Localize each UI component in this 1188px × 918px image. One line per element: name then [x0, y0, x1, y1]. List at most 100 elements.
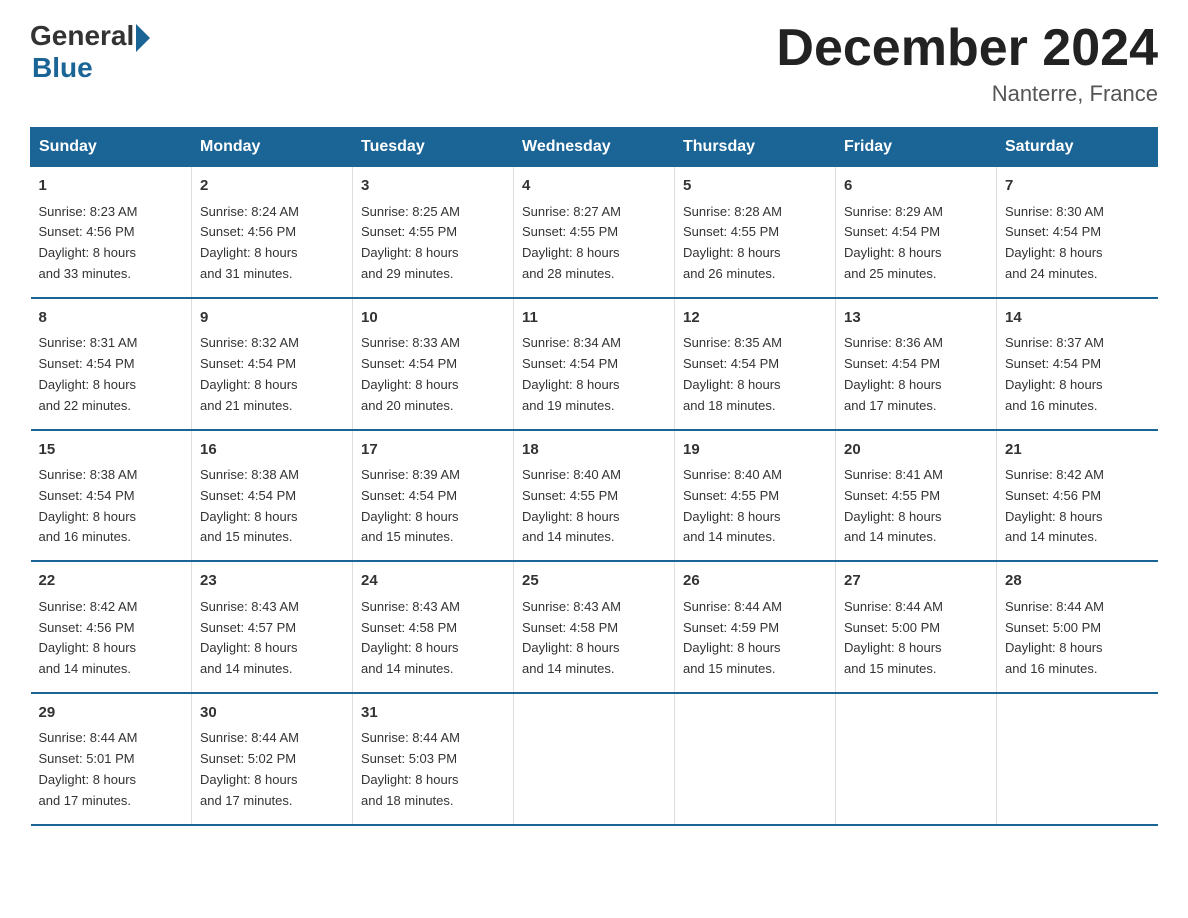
day-info: Sunrise: 8:37 AMSunset: 4:54 PMDaylight:…: [1005, 333, 1150, 416]
day-number: 4: [522, 175, 666, 198]
day-info: Sunrise: 8:28 AMSunset: 4:55 PMDaylight:…: [683, 202, 827, 285]
calendar-header-row: SundayMondayTuesdayWednesdayThursdayFrid…: [31, 128, 1158, 167]
day-number: 14: [1005, 307, 1150, 330]
day-info: Sunrise: 8:34 AMSunset: 4:54 PMDaylight:…: [522, 333, 666, 416]
calendar-cell: 27 Sunrise: 8:44 AMSunset: 5:00 PMDayligh…: [836, 561, 997, 693]
calendar-cell: [836, 693, 997, 825]
title-section: December 2024 Nanterre, France: [776, 20, 1158, 107]
day-info: Sunrise: 8:27 AMSunset: 4:55 PMDaylight:…: [522, 202, 666, 285]
day-info: Sunrise: 8:38 AMSunset: 4:54 PMDaylight:…: [200, 465, 344, 548]
day-number: 9: [200, 307, 344, 330]
day-info: Sunrise: 8:44 AMSunset: 5:00 PMDaylight:…: [844, 597, 988, 680]
calendar-cell: 28Sunrise: 8:44 AMSunset: 5:00 PMDayligh…: [997, 561, 1158, 693]
calendar-cell: 29 Sunrise: 8:44 AMSunset: 5:01 PMDayligh…: [31, 693, 192, 825]
calendar-cell: 10 Sunrise: 8:33 AMSunset: 4:54 PMDayligh…: [353, 298, 514, 430]
calendar-cell: 20Sunrise: 8:41 AMSunset: 4:55 PMDayligh…: [836, 430, 997, 562]
logo-blue-text: Blue: [32, 52, 150, 84]
day-info: Sunrise: 8:25 AMSunset: 4:55 PMDaylight:…: [361, 202, 505, 285]
calendar-cell: 7Sunrise: 8:30 AMSunset: 4:54 PMDaylight…: [997, 167, 1158, 298]
calendar-cell: [675, 693, 836, 825]
day-number: 19: [683, 439, 827, 462]
logo-general-text: General: [30, 20, 134, 52]
calendar-cell: 9 Sunrise: 8:32 AMSunset: 4:54 PMDaylight…: [192, 298, 353, 430]
day-info: Sunrise: 8:44 AMSunset: 5:03 PMDaylight:…: [361, 728, 505, 811]
day-info: Sunrise: 8:42 AMSunset: 4:56 PMDaylight:…: [1005, 465, 1150, 548]
calendar-table: SundayMondayTuesdayWednesdayThursdayFrid…: [30, 127, 1158, 825]
day-number: 15: [39, 439, 184, 462]
day-number: 27: [844, 570, 988, 593]
week-row-3: 15 Sunrise: 8:38 AMSunset: 4:54 PMDayligh…: [31, 430, 1158, 562]
calendar-cell: 16 Sunrise: 8:38 AMSunset: 4:54 PMDayligh…: [192, 430, 353, 562]
week-row-2: 8 Sunrise: 8:31 AMSunset: 4:54 PMDaylight…: [31, 298, 1158, 430]
day-number: 24: [361, 570, 505, 593]
header-wednesday: Wednesday: [514, 128, 675, 167]
header-sunday: Sunday: [31, 128, 192, 167]
day-number: 29: [39, 702, 184, 725]
calendar-cell: 13 Sunrise: 8:36 AMSunset: 4:54 PMDayligh…: [836, 298, 997, 430]
day-number: 11: [522, 307, 666, 330]
header-tuesday: Tuesday: [353, 128, 514, 167]
header-saturday: Saturday: [997, 128, 1158, 167]
calendar-cell: [514, 693, 675, 825]
day-number: 26: [683, 570, 827, 593]
calendar-cell: 4 Sunrise: 8:27 AMSunset: 4:55 PMDaylight…: [514, 167, 675, 298]
day-number: 25: [522, 570, 666, 593]
calendar-cell: 11 Sunrise: 8:34 AMSunset: 4:54 PMDayligh…: [514, 298, 675, 430]
calendar-cell: 24 Sunrise: 8:43 AMSunset: 4:58 PMDayligh…: [353, 561, 514, 693]
day-number: 30: [200, 702, 344, 725]
calendar-cell: 17Sunrise: 8:39 AMSunset: 4:54 PMDayligh…: [353, 430, 514, 562]
calendar-cell: 18 Sunrise: 8:40 AMSunset: 4:55 PMDayligh…: [514, 430, 675, 562]
day-info: Sunrise: 8:39 AMSunset: 4:54 PMDaylight:…: [361, 465, 505, 548]
day-number: 12: [683, 307, 827, 330]
day-info: Sunrise: 8:23 AMSunset: 4:56 PMDaylight:…: [39, 202, 184, 285]
day-number: 18: [522, 439, 666, 462]
day-number: 6: [844, 175, 988, 198]
logo-triangle-icon: [136, 24, 150, 52]
calendar-cell: [997, 693, 1158, 825]
day-number: 13: [844, 307, 988, 330]
calendar-cell: 3Sunrise: 8:25 AMSunset: 4:55 PMDaylight…: [353, 167, 514, 298]
calendar-cell: 5 Sunrise: 8:28 AMSunset: 4:55 PMDaylight…: [675, 167, 836, 298]
calendar-cell: 23 Sunrise: 8:43 AMSunset: 4:57 PMDayligh…: [192, 561, 353, 693]
day-info: Sunrise: 8:36 AMSunset: 4:54 PMDaylight:…: [844, 333, 988, 416]
header-monday: Monday: [192, 128, 353, 167]
calendar-cell: 25Sunrise: 8:43 AMSunset: 4:58 PMDayligh…: [514, 561, 675, 693]
day-info: Sunrise: 8:43 AMSunset: 4:58 PMDaylight:…: [361, 597, 505, 680]
calendar-cell: 30 Sunrise: 8:44 AMSunset: 5:02 PMDayligh…: [192, 693, 353, 825]
calendar-cell: 31 Sunrise: 8:44 AMSunset: 5:03 PMDayligh…: [353, 693, 514, 825]
location-text: Nanterre, France: [776, 81, 1158, 107]
day-info: Sunrise: 8:40 AMSunset: 4:55 PMDaylight:…: [683, 465, 827, 548]
day-info: Sunrise: 8:44 AMSunset: 5:02 PMDaylight:…: [200, 728, 344, 811]
calendar-cell: 19 Sunrise: 8:40 AMSunset: 4:55 PMDayligh…: [675, 430, 836, 562]
week-row-1: 1Sunrise: 8:23 AMSunset: 4:56 PMDaylight…: [31, 167, 1158, 298]
calendar-cell: 12Sunrise: 8:35 AMSunset: 4:54 PMDayligh…: [675, 298, 836, 430]
day-number: 7: [1005, 175, 1150, 198]
page-header: General Blue December 2024 Nanterre, Fra…: [30, 20, 1158, 107]
day-info: Sunrise: 8:41 AMSunset: 4:55 PMDaylight:…: [844, 465, 988, 548]
day-number: 5: [683, 175, 827, 198]
day-number: 21: [1005, 439, 1150, 462]
day-number: 23: [200, 570, 344, 593]
day-info: Sunrise: 8:43 AMSunset: 4:57 PMDaylight:…: [200, 597, 344, 680]
day-info: Sunrise: 8:32 AMSunset: 4:54 PMDaylight:…: [200, 333, 344, 416]
day-number: 31: [361, 702, 505, 725]
header-friday: Friday: [836, 128, 997, 167]
day-info: Sunrise: 8:44 AMSunset: 5:01 PMDaylight:…: [39, 728, 184, 811]
day-info: Sunrise: 8:31 AMSunset: 4:54 PMDaylight:…: [39, 333, 184, 416]
day-number: 10: [361, 307, 505, 330]
day-number: 8: [39, 307, 184, 330]
calendar-cell: 6Sunrise: 8:29 AMSunset: 4:54 PMDaylight…: [836, 167, 997, 298]
week-row-5: 29 Sunrise: 8:44 AMSunset: 5:01 PMDayligh…: [31, 693, 1158, 825]
calendar-cell: 26Sunrise: 8:44 AMSunset: 4:59 PMDayligh…: [675, 561, 836, 693]
calendar-cell: 15Sunrise: 8:38 AMSunset: 4:54 PMDayligh…: [31, 430, 192, 562]
day-info: Sunrise: 8:33 AMSunset: 4:54 PMDaylight:…: [361, 333, 505, 416]
calendar-cell: 22Sunrise: 8:42 AMSunset: 4:56 PMDayligh…: [31, 561, 192, 693]
day-number: 16: [200, 439, 344, 462]
calendar-cell: 21 Sunrise: 8:42 AMSunset: 4:56 PMDayligh…: [997, 430, 1158, 562]
day-number: 2: [200, 175, 344, 198]
day-info: Sunrise: 8:44 AMSunset: 5:00 PMDaylight:…: [1005, 597, 1150, 680]
calendar-cell: 14 Sunrise: 8:37 AMSunset: 4:54 PMDayligh…: [997, 298, 1158, 430]
calendar-cell: 8 Sunrise: 8:31 AMSunset: 4:54 PMDaylight…: [31, 298, 192, 430]
day-info: Sunrise: 8:42 AMSunset: 4:56 PMDaylight:…: [39, 597, 184, 680]
day-info: Sunrise: 8:40 AMSunset: 4:55 PMDaylight:…: [522, 465, 666, 548]
